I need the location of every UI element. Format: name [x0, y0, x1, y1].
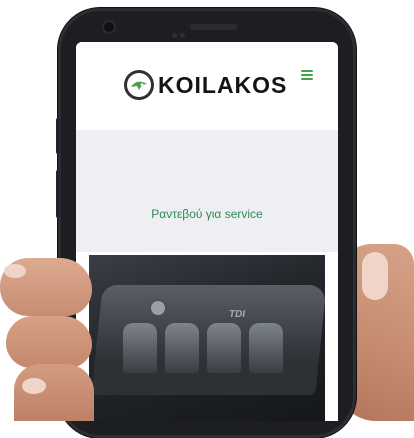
phone-screen: KOILAKOS Ραντεβού για service TDI — [76, 42, 338, 421]
engine-ribs — [123, 323, 303, 383]
engine-text: TDI — [228, 309, 247, 320]
service-appointment-link[interactable]: Ραντεβού για service — [76, 207, 338, 221]
speaker-grille — [190, 24, 238, 30]
brand-name[interactable]: KOILAKOS — [158, 72, 287, 99]
left-hand-finger — [14, 364, 94, 421]
skoda-logo-icon[interactable] — [124, 70, 154, 100]
site-header: KOILAKOS — [76, 42, 338, 130]
fingernail — [22, 378, 46, 394]
volume-button — [56, 118, 60, 154]
winged-arrow-icon — [131, 81, 147, 90]
thumbnail — [362, 252, 388, 300]
left-hand-finger — [6, 316, 92, 368]
camera-icon — [104, 22, 114, 32]
side-button — [56, 170, 60, 218]
engine-badge-icon — [151, 301, 165, 315]
hamburger-menu-icon[interactable] — [301, 70, 313, 80]
engine-photo: TDI — [89, 255, 325, 421]
hero-banner: Ραντεβού για service — [76, 130, 338, 252]
fingernail — [4, 264, 26, 278]
